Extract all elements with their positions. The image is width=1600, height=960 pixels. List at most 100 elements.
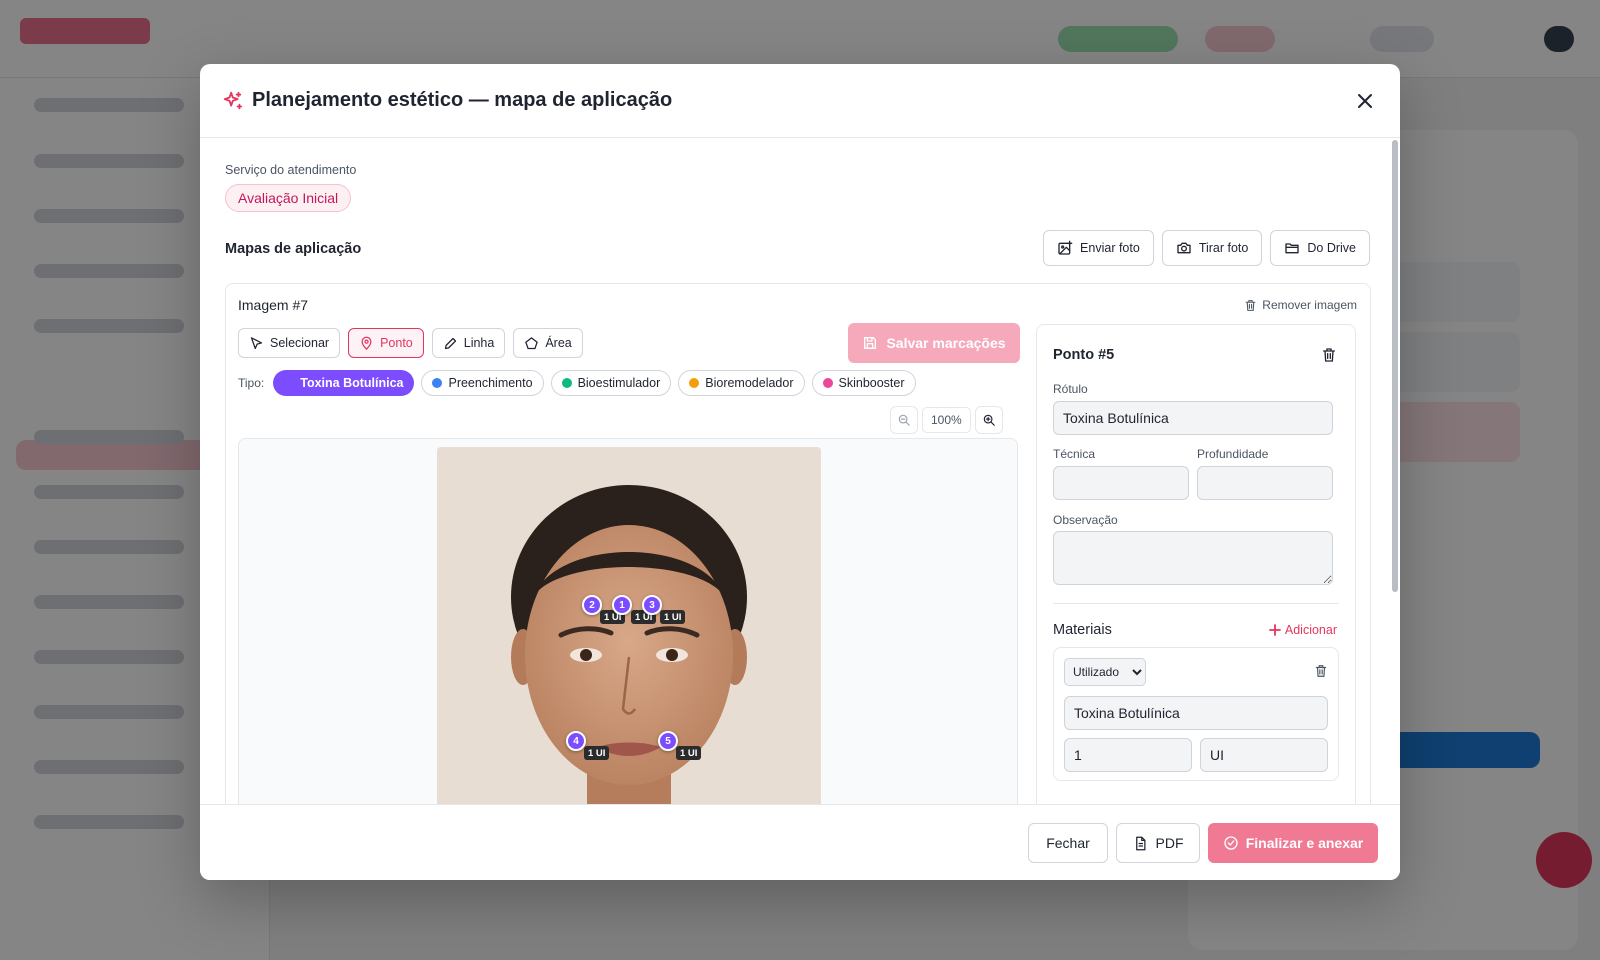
material-status-select[interactable]: Utilizado <box>1064 658 1146 686</box>
image-card: Imagem #7 Remover imagem Selecionar Pont… <box>225 283 1371 804</box>
type-chip-preenchimento[interactable]: Preenchimento <box>421 370 544 396</box>
type-chip-skinbooster[interactable]: Skinbooster <box>811 370 916 396</box>
planning-modal: Planejamento estético — mapa de aplicaçã… <box>200 64 1400 880</box>
type-chip-label: Preenchimento <box>448 376 533 390</box>
modal-scrollbar[interactable] <box>1392 140 1398 592</box>
add-material-button[interactable]: Adicionar <box>1268 623 1337 637</box>
zoom-level: 100% <box>922 407 971 433</box>
take-photo-label: Tirar foto <box>1198 241 1249 255</box>
close-modal-label: Fechar <box>1046 835 1090 851</box>
pencil-icon <box>444 337 456 349</box>
materials-title: Materiais <box>1053 622 1112 638</box>
trash-icon <box>1245 299 1256 311</box>
trash-icon <box>1323 348 1335 362</box>
material-qty-input[interactable] <box>1064 738 1192 772</box>
point-marker-1[interactable]: 1 <box>612 595 632 615</box>
camera-icon <box>1177 242 1191 254</box>
delete-material-button[interactable] <box>1314 664 1328 683</box>
face-photo[interactable] <box>437 447 821 804</box>
service-chip[interactable]: Avaliação Inicial <box>225 184 352 212</box>
point-marker-5[interactable]: 5 <box>658 731 678 751</box>
drawing-tools: Selecionar Ponto Linha Área <box>238 328 583 358</box>
face-illustration <box>437 447 821 804</box>
add-material-label: Adicionar <box>1284 623 1337 637</box>
delete-point-button[interactable] <box>1321 347 1337 368</box>
remove-image-label: Remover imagem <box>1262 298 1357 312</box>
material-item: Utilizado <box>1053 647 1339 781</box>
zoom-out-button[interactable] <box>890 406 918 434</box>
point-marker-tag: 1 UI <box>584 746 610 760</box>
finalize-attach-button[interactable]: Finalizar e anexar <box>1208 823 1378 863</box>
observacao-label: Observação <box>1053 513 1118 527</box>
photo-source-buttons: Enviar foto Tirar foto Do Drive <box>1043 230 1370 266</box>
from-drive-label: Do Drive <box>1307 241 1356 255</box>
plus-icon <box>1268 624 1281 636</box>
finalize-attach-label: Finalizar e anexar <box>1245 835 1364 851</box>
modal-title: Planejamento estético — mapa de aplicaçã… <box>252 89 673 111</box>
check-circle-icon <box>1224 836 1238 850</box>
type-chip-bioestimulador[interactable]: Bioestimulador <box>550 370 672 396</box>
color-dot <box>689 378 700 388</box>
color-dot <box>822 378 833 388</box>
type-label: Tipo: <box>238 376 265 390</box>
profundidade-input[interactable] <box>1197 466 1333 500</box>
tool-select-button[interactable]: Selecionar <box>238 328 341 358</box>
type-chip-toxina[interactable]: Toxina Botulínica <box>273 370 415 396</box>
tool-line-button[interactable]: Linha <box>431 328 506 358</box>
trash-icon <box>1315 665 1327 677</box>
upload-photo-button[interactable]: Enviar foto <box>1043 230 1154 266</box>
from-drive-button[interactable]: Do Drive <box>1270 230 1370 266</box>
sparkles-icon <box>222 90 244 112</box>
color-dot <box>432 378 443 388</box>
pdf-button[interactable]: PDF <box>1116 823 1200 863</box>
take-photo-button[interactable]: Tirar foto <box>1161 230 1263 266</box>
remove-image-button[interactable]: Remover imagem <box>1244 298 1357 312</box>
pdf-label: PDF <box>1155 835 1184 851</box>
zoom-out-icon <box>898 414 910 426</box>
image-upload-icon <box>1058 240 1073 255</box>
type-chip-bioremodelador[interactable]: Bioremodelador <box>678 370 805 396</box>
save-markings-button[interactable]: Salvar marcações <box>848 323 1020 363</box>
tool-point-button[interactable]: Ponto <box>348 328 424 358</box>
tool-area-label: Área <box>545 336 572 350</box>
point-title: Ponto #5 <box>1053 347 1115 363</box>
close-icon <box>1358 94 1372 108</box>
tecnica-label: Técnica <box>1053 447 1096 461</box>
save-markings-label: Salvar marcações <box>886 335 1006 351</box>
tecnica-input[interactable] <box>1053 466 1189 500</box>
tool-area-button[interactable]: Área <box>513 328 583 358</box>
material-unit-input[interactable] <box>1200 738 1328 772</box>
zoom-in-icon <box>983 414 995 426</box>
zoom-in-button[interactable] <box>974 406 1003 434</box>
maps-title: Mapas de aplicação <box>225 241 362 257</box>
file-icon <box>1135 836 1145 850</box>
type-chip-label: Bioremodelador <box>705 376 794 390</box>
color-dot <box>561 378 572 388</box>
modal-footer: Fechar PDF Finalizar e anexar <box>200 804 1400 880</box>
image-title: Imagem #7 <box>238 297 309 313</box>
rotulo-input[interactable] <box>1053 401 1333 435</box>
cursor-icon <box>250 336 263 349</box>
type-chip-label: Bioestimulador <box>577 376 661 390</box>
material-name-input[interactable] <box>1064 696 1328 730</box>
modal-body: Serviço do atendimento Avaliação Inicial… <box>200 138 1400 804</box>
tool-select-label: Selecionar <box>270 336 330 350</box>
close-modal-button[interactable]: Fechar <box>1028 823 1108 863</box>
divider <box>1053 603 1339 604</box>
modal-header: Planejamento estético — mapa de aplicaçã… <box>200 64 1400 138</box>
annotation-canvas[interactable]: 2 1 UI 1 1 UI 3 1 UI 4 1 UI 5 1 UI <box>238 438 1018 804</box>
tool-point-label: Ponto <box>380 336 413 350</box>
type-chip-label: Skinbooster <box>838 376 905 390</box>
service-label: Serviço do atendimento <box>225 163 357 177</box>
rotulo-label: Rótulo <box>1053 382 1088 396</box>
type-selector: Tipo: Toxina Botulínica Preenchimento Bi… <box>238 370 916 396</box>
point-marker-3[interactable]: 3 <box>642 595 662 615</box>
profundidade-label: Profundidade <box>1197 447 1269 461</box>
pentagon-icon <box>525 336 539 349</box>
point-marker-4[interactable]: 4 <box>566 731 586 751</box>
observacao-textarea[interactable] <box>1053 531 1333 585</box>
close-button[interactable] <box>1354 90 1376 112</box>
point-marker-2[interactable]: 2 <box>582 595 602 615</box>
map-pin-icon <box>361 336 372 350</box>
zoom-controls: 100% <box>890 406 1003 434</box>
